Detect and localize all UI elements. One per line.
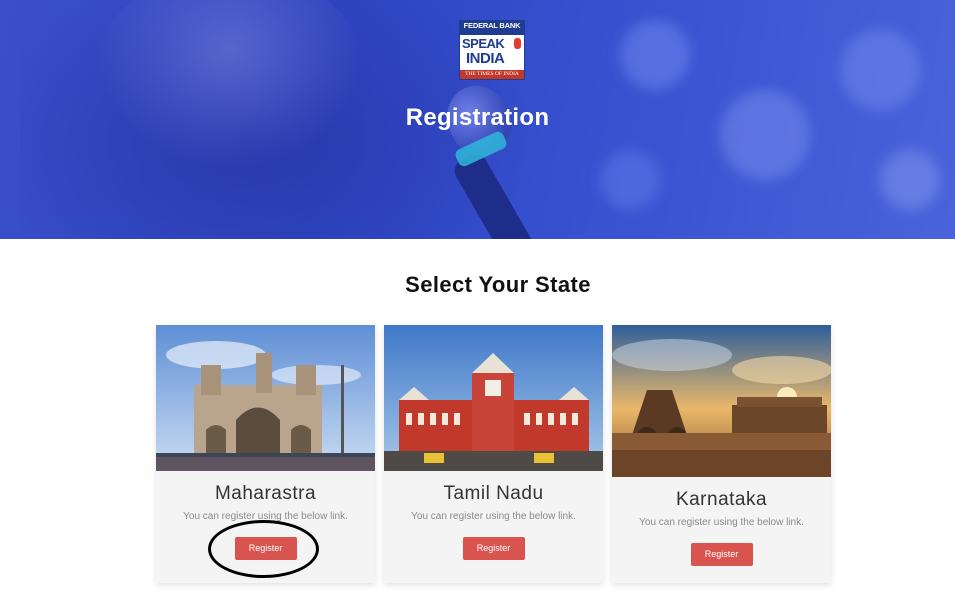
hero-banner: FEDERAL BANK SPEAK INDIA THE TIMES OF IN… — [0, 0, 955, 239]
hampi-stone-chariot-image-svg — [612, 325, 831, 477]
state-name: Maharastra — [214, 483, 317, 504]
bokeh-light — [620, 20, 690, 90]
state-card-karnataka: Karnataka You can register using the bel… — [612, 325, 831, 583]
state-description: You can register using the below link. — [639, 517, 804, 528]
speak-for-india-logo[interactable]: FEDERAL BANK SPEAK INDIA THE TIMES OF IN… — [459, 20, 525, 80]
page-title: Registration — [405, 104, 550, 131]
section-title: Select Your State — [405, 272, 591, 297]
hampi-stone-chariot-image — [612, 325, 831, 477]
logo-india-text: INDIA — [466, 50, 505, 67]
state-card-tamil-nadu: Tamil Nadu You can register using the be… — [384, 325, 603, 583]
logo-mic-icon — [514, 38, 521, 49]
bokeh-light — [600, 150, 660, 210]
register-button-karnataka[interactable]: Register — [690, 543, 753, 566]
state-description: You can register using the below link. — [411, 511, 576, 522]
gateway-of-india-image — [156, 325, 375, 471]
state-name: Karnataka — [675, 489, 768, 510]
federal-bank-label: FEDERAL BANK — [460, 21, 524, 35]
register-button-tamil-nadu[interactable]: Register — [462, 537, 525, 560]
times-of-india-label: THE TIMES OF INDIA — [460, 70, 524, 79]
gateway-of-india-image-svg — [156, 325, 375, 471]
bokeh-light — [880, 150, 940, 210]
state-description: You can register using the below link. — [183, 511, 348, 522]
chennai-central-station-image — [384, 325, 603, 471]
chennai-central-station-image-svg — [384, 325, 603, 471]
state-card-maharastra: Maharastra You can register using the be… — [156, 325, 375, 583]
bokeh-light — [840, 30, 920, 110]
logo-speak-text: SPEAK — [462, 36, 505, 51]
register-button-maharastra[interactable]: Register — [234, 537, 297, 560]
state-name: Tamil Nadu — [443, 483, 544, 504]
